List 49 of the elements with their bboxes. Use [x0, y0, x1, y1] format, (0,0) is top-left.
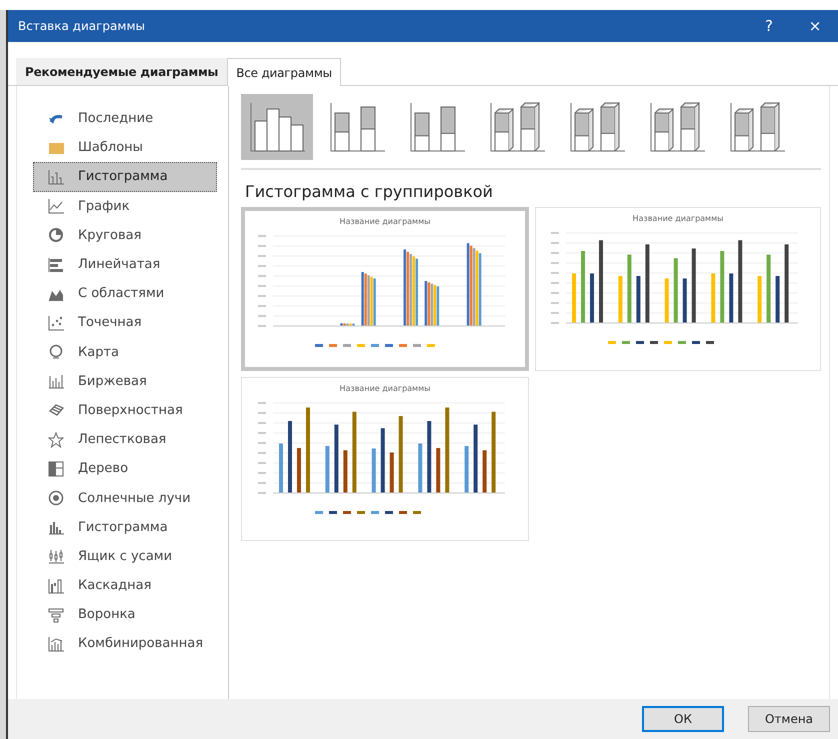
- waterfall-icon: [48, 578, 64, 594]
- box-plot-icon: [48, 548, 64, 564]
- chart-title: Название диаграммы: [340, 217, 430, 226]
- chart-preview[interactable]: Название диаграммы: [241, 377, 529, 541]
- sidebar-item[interactable]: Шаблоны: [33, 133, 217, 162]
- sidebar-item[interactable]: График: [33, 192, 217, 221]
- cancel-button[interactable]: Отмена: [748, 706, 830, 732]
- chart-preview[interactable]: Название диаграммы: [241, 207, 529, 371]
- help-button[interactable]: ?: [746, 10, 792, 42]
- sidebar-item[interactable]: Точечная: [33, 308, 217, 338]
- sidebar-item[interactable]: Биржевая: [33, 366, 217, 396]
- subtype-title: Гистограмма с группировкой: [245, 182, 494, 201]
- ok-button[interactable]: ОК: [642, 706, 724, 732]
- bar-chart-icon: [48, 168, 64, 185]
- chart-preview[interactable]: Название диаграммы: [535, 207, 821, 371]
- sidebar-item[interactable]: Каскадная: [33, 571, 217, 600]
- chart-subtype-button[interactable]: [241, 94, 313, 160]
- sidebar-item[interactable]: Ящик с усами: [33, 542, 217, 571]
- funnel-icon: [48, 606, 64, 623]
- sidebar-item[interactable]: Круговая: [33, 220, 217, 250]
- scatter-icon: [48, 314, 64, 331]
- treemap-icon: [48, 460, 64, 477]
- tab[interactable]: Все диаграммы: [227, 58, 341, 86]
- sidebar-item[interactable]: Воронка: [33, 600, 217, 630]
- surface-chart-icon: [48, 402, 64, 418]
- pie-chart-icon: [48, 227, 64, 244]
- sidebar-item[interactable]: Последние: [33, 104, 217, 134]
- sidebar-item[interactable]: С областями: [33, 279, 217, 308]
- sidebar-item[interactable]: Лепестковая: [33, 425, 217, 454]
- sidebar-item[interactable]: Карта: [33, 338, 217, 367]
- tab[interactable]: Рекомендуемые диаграммы: [16, 58, 228, 85]
- star-icon: [48, 432, 64, 448]
- chart-title: Название диаграммы: [340, 384, 430, 393]
- sidebar-item[interactable]: Гистограмма: [33, 162, 217, 192]
- close-button[interactable]: ×: [792, 10, 838, 42]
- sidebar-item[interactable]: Поверхностная: [33, 396, 217, 426]
- horizontal-bar-icon: [48, 256, 64, 273]
- sidebar-item[interactable]: Гистограмма: [33, 512, 217, 542]
- sidebar-item[interactable]: Солнечные лучи: [33, 483, 217, 513]
- sidebar-item[interactable]: Дерево: [33, 454, 217, 484]
- sidebar-item[interactable]: Комбинированная: [33, 629, 217, 659]
- combo-chart-icon: [48, 636, 64, 652]
- sidebar-item[interactable]: Линейчатая: [33, 250, 217, 280]
- sunburst-icon: [48, 490, 64, 506]
- chart-title: Название диаграммы: [632, 214, 724, 223]
- window-title: Вставка диаграммы: [18, 19, 146, 33]
- stock-chart-icon: [48, 373, 64, 390]
- line-chart-icon: [48, 198, 64, 214]
- histogram-icon: [48, 519, 64, 536]
